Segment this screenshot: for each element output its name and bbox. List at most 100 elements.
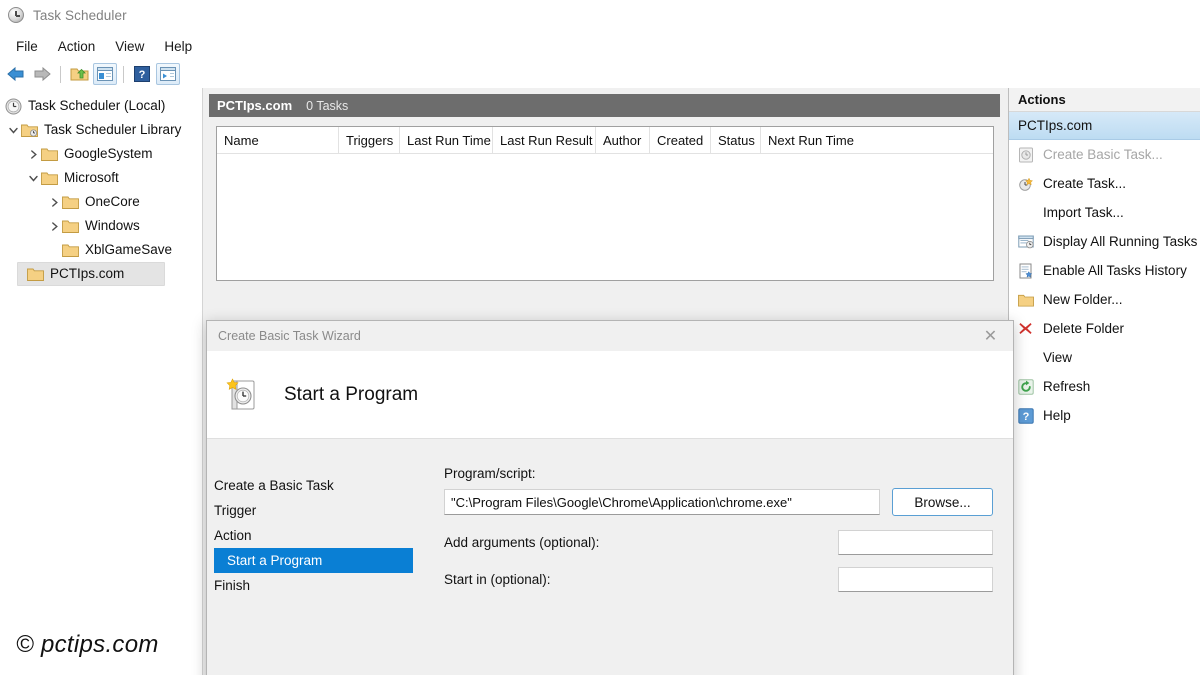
action-enable-all-tasks-history[interactable]: Enable All Tasks History <box>1009 256 1200 285</box>
close-icon[interactable]: ✕ <box>968 321 1013 351</box>
action-label: Delete Folder <box>1043 322 1124 336</box>
tree-item-task-scheduler-local[interactable]: Task Scheduler (Local) <box>0 94 202 118</box>
column-header-triggers[interactable]: Triggers <box>339 127 400 154</box>
list-header-bar: PCTIps.com 0 Tasks <box>209 94 1000 117</box>
tree-item-pctips-com[interactable]: PCTIps.com <box>17 262 165 286</box>
wizard-steps-nav: Create a Basic Task Trigger Action Start… <box>207 440 414 675</box>
library-folder-icon <box>21 123 38 137</box>
tree-item-label: Windows <box>85 219 140 233</box>
action-label: Create Task... <box>1043 177 1126 191</box>
window-titlebar: Task Scheduler <box>0 0 1200 30</box>
task-star-clock-icon <box>224 377 260 413</box>
tree-item-task-scheduler-library[interactable]: Task Scheduler Library <box>0 118 202 142</box>
main-content: Task Scheduler (Local) Task Scheduler Li… <box>0 88 1200 675</box>
actions-group-header-pctips[interactable]: PCTIps.com <box>1009 112 1200 140</box>
create-task-icon <box>1017 175 1034 192</box>
task-list-column-headers: Name Triggers Last Run Time Last Run Res… <box>217 127 993 154</box>
wizard-form: Program/script: "C:\Program Files\Google… <box>414 440 1014 675</box>
add-arguments-label: Add arguments (optional): <box>444 535 599 550</box>
clock-icon <box>5 98 22 115</box>
chevron-down-icon[interactable] <box>25 170 41 186</box>
wizard-step-finish[interactable]: Finish <box>207 573 414 598</box>
show-hide-console-tree-icon[interactable] <box>93 63 117 85</box>
wizard-heading: Start a Program <box>284 384 418 406</box>
program-script-label: Program/script: <box>444 466 1014 481</box>
wizard-titlebar: Create Basic Task Wizard ✕ <box>207 321 1013 351</box>
browse-button[interactable]: Browse... <box>892 488 993 516</box>
action-new-folder[interactable]: New Folder... <box>1009 285 1200 314</box>
tree-item-label: OneCore <box>85 195 140 209</box>
help-icon[interactable]: ? <box>130 63 154 85</box>
menu-item-action[interactable]: Action <box>48 36 106 57</box>
wizard-step-start-a-program[interactable]: Start a Program <box>214 548 413 573</box>
wizard-header: Start a Program <box>207 351 1013 439</box>
clock-icon <box>8 7 24 23</box>
wizard-body: Create a Basic Task Trigger Action Start… <box>207 440 1014 675</box>
menubar: File Action View Help <box>0 33 1200 59</box>
tree-item-windows[interactable]: Windows <box>0 214 202 238</box>
tree-item-label: Task Scheduler Library <box>44 123 181 137</box>
back-arrow-icon[interactable] <box>4 63 28 85</box>
new-folder-icon <box>1017 291 1034 308</box>
action-create-basic-task[interactable]: Create Basic Task... <box>1009 140 1200 169</box>
tree-item-googlesystem[interactable]: GoogleSystem <box>0 142 202 166</box>
forward-arrow-icon[interactable] <box>30 63 54 85</box>
folder-icon <box>27 267 44 281</box>
add-arguments-input[interactable] <box>838 530 993 555</box>
action-import-task[interactable]: Import Task... <box>1009 198 1200 227</box>
column-header-created[interactable]: Created <box>650 127 711 154</box>
toolbar: ? <box>0 61 1200 87</box>
tree-item-xblgamesave[interactable]: XblGameSave <box>0 238 202 262</box>
tree-item-label: Task Scheduler (Local) <box>28 99 165 113</box>
console-tree-pane[interactable]: Task Scheduler (Local) Task Scheduler Li… <box>0 88 203 675</box>
chevron-right-icon[interactable] <box>46 218 62 234</box>
column-header-status[interactable]: Status <box>711 127 761 154</box>
action-create-task[interactable]: Create Task... <box>1009 169 1200 198</box>
tree-item-label: Microsoft <box>64 171 119 185</box>
folder-icon <box>62 195 79 209</box>
wizard-step-action[interactable]: Action <box>207 523 414 548</box>
action-label: Refresh <box>1043 380 1090 394</box>
action-label: Help <box>1043 409 1071 423</box>
start-in-input[interactable] <box>838 567 993 592</box>
tree-item-onecore[interactable]: OneCore <box>0 190 202 214</box>
menu-item-file[interactable]: File <box>6 36 48 57</box>
action-view[interactable]: View <box>1009 343 1200 372</box>
column-header-next-run-time[interactable]: Next Run Time <box>761 127 861 154</box>
action-delete-folder[interactable]: Delete Folder <box>1009 314 1200 343</box>
program-script-field-row: "C:\Program Files\Google\Chrome\Applicat… <box>444 488 1014 516</box>
list-task-count: 0 Tasks <box>306 99 348 113</box>
program-script-input[interactable]: "C:\Program Files\Google\Chrome\Applicat… <box>444 489 880 515</box>
show-hide-action-pane-icon[interactable] <box>156 63 180 85</box>
action-display-all-running-tasks[interactable]: Display All Running Tasks <box>1009 227 1200 256</box>
window-title: Task Scheduler <box>33 8 127 23</box>
tree-item-label: XblGameSave <box>85 243 172 257</box>
action-help[interactable]: ? Help <box>1009 401 1200 430</box>
start-in-row: Start in (optional): <box>444 567 993 592</box>
tree-item-label: GoogleSystem <box>64 147 153 161</box>
refresh-icon <box>1017 378 1034 395</box>
tree-item-microsoft[interactable]: Microsoft <box>0 166 202 190</box>
menu-item-view[interactable]: View <box>105 36 154 57</box>
column-header-last-run-result[interactable]: Last Run Result <box>493 127 596 154</box>
tree-item-label: PCTIps.com <box>50 267 124 281</box>
actions-pane-title: Actions <box>1009 88 1200 112</box>
column-header-name[interactable]: Name <box>217 127 339 154</box>
action-refresh[interactable]: Refresh <box>1009 372 1200 401</box>
chevron-right-icon[interactable] <box>46 194 62 210</box>
column-header-last-run-time[interactable]: Last Run Time <box>400 127 493 154</box>
action-label: Import Task... <box>1043 206 1124 220</box>
chevron-right-icon[interactable] <box>25 146 41 162</box>
wizard-step-create-a-basic-task[interactable]: Create a Basic Task <box>207 473 414 498</box>
action-label: Display All Running Tasks <box>1043 235 1197 249</box>
column-header-author[interactable]: Author <box>596 127 650 154</box>
up-folder-icon[interactable] <box>67 63 91 85</box>
create-basic-task-icon <box>1017 146 1034 163</box>
action-label: Create Basic Task... <box>1043 148 1163 162</box>
chevron-down-icon[interactable] <box>5 122 21 138</box>
wizard-step-trigger[interactable]: Trigger <box>207 498 414 523</box>
task-list-box[interactable]: Name Triggers Last Run Time Last Run Res… <box>216 126 994 281</box>
action-label: View <box>1043 351 1072 365</box>
menu-item-help[interactable]: Help <box>154 36 202 57</box>
running-tasks-icon <box>1017 233 1034 250</box>
